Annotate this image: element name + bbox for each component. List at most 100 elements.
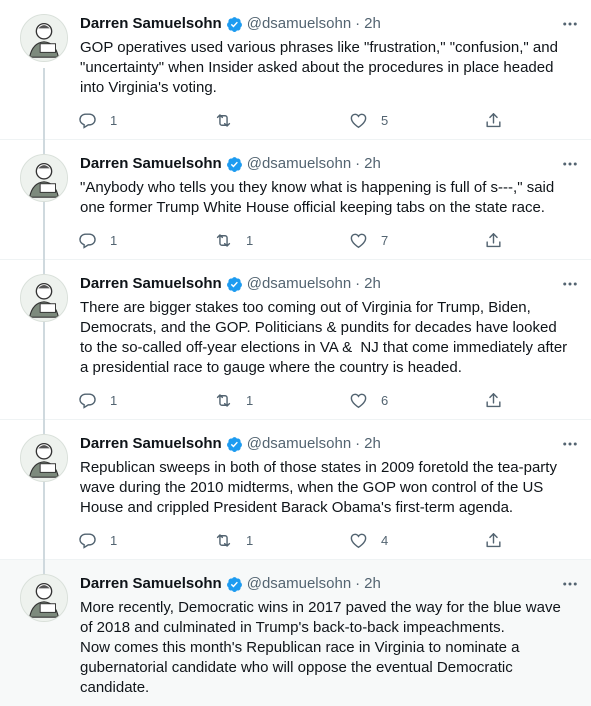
verified-badge-icon bbox=[226, 576, 243, 593]
thread-connector-line bbox=[43, 68, 45, 140]
reply-count: 1 bbox=[110, 232, 118, 248]
tweet-timestamp[interactable]: 2h bbox=[364, 14, 381, 34]
share-button[interactable] bbox=[484, 529, 503, 551]
author-handle[interactable]: @dsamuelsohn bbox=[247, 434, 351, 454]
tweet-text: There are bigger stakes too coming out o… bbox=[80, 299, 572, 376]
thread-connector-line bbox=[43, 260, 45, 274]
like-count: 5 bbox=[381, 112, 389, 128]
author-name[interactable]: Darren Samuelsohn bbox=[80, 574, 222, 594]
tweet-4[interactable]: Darren Samuelsohn @dsamuelsohn · 2h Repu… bbox=[0, 420, 591, 560]
more-options-icon[interactable] bbox=[561, 155, 579, 173]
thread-connector-line bbox=[43, 202, 45, 260]
reply-button[interactable]: 1 bbox=[78, 109, 117, 131]
share-icon bbox=[484, 391, 503, 410]
share-button[interactable] bbox=[484, 109, 503, 131]
retweet-button[interactable]: 1 bbox=[214, 229, 253, 251]
tweet-timestamp[interactable]: 2h bbox=[364, 274, 381, 294]
verified-badge-icon bbox=[226, 436, 243, 453]
reply-icon bbox=[78, 391, 97, 410]
author-name[interactable]: Darren Samuelsohn bbox=[80, 154, 222, 174]
more-options-icon[interactable] bbox=[561, 575, 579, 593]
retweet-button[interactable]: 1 bbox=[214, 529, 253, 551]
heart-icon bbox=[349, 231, 368, 250]
tweet-actions: 1 5 bbox=[78, 109, 508, 131]
thread-connector-line bbox=[43, 560, 45, 574]
tweet-actions: 1 1 6 bbox=[78, 389, 508, 411]
separator-dot: · bbox=[355, 15, 361, 32]
tweet-header: Darren Samuelsohn @dsamuelsohn · 2h bbox=[80, 434, 579, 454]
share-icon bbox=[484, 231, 503, 250]
retweet-button[interactable] bbox=[214, 109, 246, 131]
author-handle[interactable]: @dsamuelsohn bbox=[247, 574, 351, 594]
like-button[interactable]: 4 bbox=[349, 529, 388, 551]
tweet-2[interactable]: Darren Samuelsohn @dsamuelsohn · 2h "Any… bbox=[0, 140, 591, 260]
avatar[interactable] bbox=[20, 274, 68, 322]
reply-count: 1 bbox=[110, 112, 118, 128]
tweet-timestamp[interactable]: 2h bbox=[364, 154, 381, 174]
like-button[interactable]: 6 bbox=[349, 389, 388, 411]
share-button[interactable] bbox=[484, 229, 503, 251]
tweet-text: GOP operatives used various phrases like… bbox=[80, 39, 563, 96]
tweet-text: "Anybody who tells you they know what is… bbox=[80, 179, 559, 216]
thread-connector-line bbox=[43, 140, 45, 154]
verified-badge-icon bbox=[226, 276, 243, 293]
tweet-header: Darren Samuelsohn @dsamuelsohn · 2h bbox=[80, 154, 579, 174]
share-icon bbox=[484, 531, 503, 550]
author-name[interactable]: Darren Samuelsohn bbox=[80, 434, 222, 454]
more-options-icon[interactable] bbox=[561, 15, 579, 33]
separator-dot: · bbox=[355, 435, 361, 452]
tweet-text: Republican sweeps in both of those state… bbox=[80, 459, 562, 516]
avatar[interactable] bbox=[20, 434, 68, 482]
like-count: 7 bbox=[381, 232, 389, 248]
thread-connector-line bbox=[43, 482, 45, 560]
reply-count: 1 bbox=[110, 532, 118, 548]
tweet-actions: 1 1 4 bbox=[78, 529, 508, 551]
more-options-icon[interactable] bbox=[561, 435, 579, 453]
retweet-count: 1 bbox=[246, 532, 254, 548]
tweet-thread: Darren Samuelsohn @dsamuelsohn · 2h GOP … bbox=[0, 0, 591, 706]
avatar[interactable] bbox=[20, 154, 68, 202]
retweet-button[interactable]: 1 bbox=[214, 389, 253, 411]
author-handle[interactable]: @dsamuelsohn bbox=[247, 154, 351, 174]
tweet-5[interactable]: Darren Samuelsohn @dsamuelsohn · 2h More… bbox=[0, 560, 591, 706]
heart-icon bbox=[349, 111, 368, 130]
reply-count: 1 bbox=[110, 392, 118, 408]
heart-icon bbox=[349, 531, 368, 550]
reply-button[interactable]: 1 bbox=[78, 389, 117, 411]
like-button[interactable]: 5 bbox=[349, 109, 388, 131]
thread-connector-line bbox=[43, 322, 45, 420]
tweet-timestamp[interactable]: 2h bbox=[364, 434, 381, 454]
retweet-icon bbox=[214, 111, 233, 130]
separator-dot: · bbox=[355, 155, 361, 172]
author-handle[interactable]: @dsamuelsohn bbox=[247, 274, 351, 294]
reply-icon bbox=[78, 531, 97, 550]
reply-button[interactable]: 1 bbox=[78, 229, 117, 251]
avatar[interactable] bbox=[20, 574, 68, 622]
more-options-icon[interactable] bbox=[561, 275, 579, 293]
reply-icon bbox=[78, 231, 97, 250]
tweet-header: Darren Samuelsohn @dsamuelsohn · 2h bbox=[80, 574, 579, 594]
retweet-icon bbox=[214, 231, 233, 250]
author-handle[interactable]: @dsamuelsohn bbox=[247, 14, 351, 34]
tweet-actions: 1 1 7 bbox=[78, 229, 508, 251]
tweet-timestamp[interactable]: 2h bbox=[364, 574, 381, 594]
retweet-icon bbox=[214, 531, 233, 550]
avatar[interactable] bbox=[20, 14, 68, 62]
tweet-text: More recently, Democratic wins in 2017 p… bbox=[80, 599, 561, 696]
retweet-count: 1 bbox=[246, 232, 254, 248]
like-button[interactable]: 7 bbox=[349, 229, 388, 251]
like-count: 6 bbox=[381, 392, 389, 408]
tweet-3[interactable]: Darren Samuelsohn @dsamuelsohn · 2h Ther… bbox=[0, 260, 591, 420]
thread-connector-line bbox=[43, 420, 45, 434]
verified-badge-icon bbox=[226, 16, 243, 33]
author-name[interactable]: Darren Samuelsohn bbox=[80, 274, 222, 294]
verified-badge-icon bbox=[226, 156, 243, 173]
share-button[interactable] bbox=[484, 389, 503, 411]
tweet-header: Darren Samuelsohn @dsamuelsohn · 2h bbox=[80, 14, 579, 34]
reply-button[interactable]: 1 bbox=[78, 529, 117, 551]
separator-dot: · bbox=[355, 275, 361, 292]
tweet-header: Darren Samuelsohn @dsamuelsohn · 2h bbox=[80, 274, 579, 294]
heart-icon bbox=[349, 391, 368, 410]
tweet-1[interactable]: Darren Samuelsohn @dsamuelsohn · 2h GOP … bbox=[0, 0, 591, 140]
author-name[interactable]: Darren Samuelsohn bbox=[80, 14, 222, 34]
